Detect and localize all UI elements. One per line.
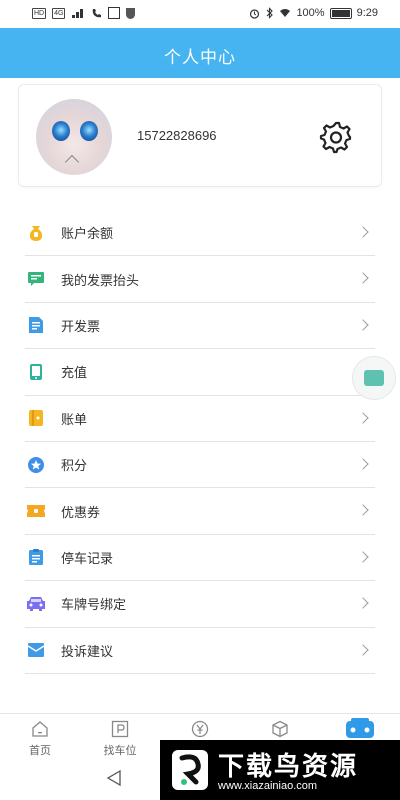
mail-icon xyxy=(26,640,46,660)
box-icon xyxy=(272,720,288,738)
chevron-right-icon xyxy=(357,551,369,563)
parking-icon xyxy=(111,720,129,738)
avatar-eye-right xyxy=(80,121,98,141)
menu-item-balance[interactable]: 账户余额 xyxy=(25,210,375,257)
menu-item-plate-binding[interactable]: 车牌号绑定 xyxy=(25,581,375,628)
menu-item-coupons[interactable]: 优惠券 xyxy=(25,488,375,535)
chevron-right-icon xyxy=(357,643,369,656)
document-icon xyxy=(26,315,46,335)
menu-label: 账单 xyxy=(61,411,88,427)
menu-item-recharge[interactable]: 充值 xyxy=(25,349,375,396)
signal-icon xyxy=(72,8,84,18)
menu-label: 停车记录 xyxy=(61,550,114,566)
tab-label: 首页 xyxy=(29,745,51,757)
menu-item-issue-invoice[interactable]: 开发票 xyxy=(25,303,375,350)
watermark-title: 下载鸟资源 xyxy=(218,751,359,781)
avatar[interactable] xyxy=(36,99,112,175)
watermark-url: www.xiazainiao.com xyxy=(218,780,318,792)
app-notification-icon xyxy=(108,7,121,19)
menu-label: 积分 xyxy=(61,458,88,474)
network-badge: 4G xyxy=(52,7,66,19)
hd-badge: HD xyxy=(32,7,47,19)
tab-home[interactable]: 首页 xyxy=(10,714,70,760)
bill-icon xyxy=(26,408,46,428)
bluetooth-icon xyxy=(267,7,274,19)
floating-widget-button[interactable] xyxy=(352,356,396,400)
floating-widget-icon xyxy=(364,370,384,386)
avatar-chevron xyxy=(64,154,80,170)
alarm-icon xyxy=(250,8,260,19)
back-triangle-icon[interactable] xyxy=(106,769,122,787)
menu-label: 投诉建议 xyxy=(61,643,114,659)
wifi-icon xyxy=(280,9,291,17)
menu-item-invoice-header[interactable]: 我的发票抬头 xyxy=(25,256,375,303)
user-phone: 15722828696 xyxy=(137,128,217,143)
menu-item-points[interactable]: 积分 xyxy=(25,442,375,489)
menu-label: 我的发票抬头 xyxy=(61,272,140,288)
app-header: 个人中心 xyxy=(0,28,400,78)
chevron-right-icon xyxy=(357,226,369,238)
home-icon xyxy=(32,721,48,737)
star-icon xyxy=(26,455,46,475)
clipboard-icon xyxy=(26,547,46,567)
chevron-right-icon xyxy=(357,319,369,331)
status-bar: HD 4G 100% 9:29 xyxy=(0,0,400,28)
page-title: 个人中心 xyxy=(164,48,236,67)
menu-item-complaints[interactable]: 投诉建议 xyxy=(25,628,375,674)
menu-item-parking-records[interactable]: 停车记录 xyxy=(25,535,375,582)
clock: 9:29 xyxy=(356,7,378,19)
chevron-right-icon xyxy=(357,411,369,424)
yen-icon xyxy=(191,720,209,738)
menu-label: 充值 xyxy=(61,365,88,381)
chevron-right-icon xyxy=(357,504,369,517)
watermark-logo xyxy=(172,750,208,790)
profile-card: 15722828696 xyxy=(18,84,382,187)
call-icon xyxy=(93,8,102,17)
ticket-icon xyxy=(26,501,46,521)
battery-icon xyxy=(329,7,352,19)
menu-label: 账户余额 xyxy=(61,226,114,242)
menu-item-bill[interactable]: 账单 xyxy=(25,396,375,442)
gear-icon[interactable] xyxy=(319,120,353,154)
car-icon xyxy=(26,594,46,614)
chevron-right-icon xyxy=(357,272,369,285)
shield-icon xyxy=(126,7,136,19)
phone-icon xyxy=(26,362,46,382)
menu-list: 账户余额 我的发票抬头 开发票 充值 账单 积分 优惠券 停车记录 车牌号绑定 … xyxy=(25,210,375,674)
chevron-right-icon xyxy=(357,458,369,470)
tab-find-parking[interactable]: 找车位 xyxy=(90,714,150,760)
chevron-right-icon xyxy=(357,597,369,609)
menu-label: 优惠券 xyxy=(61,504,101,520)
menu-label: 车牌号绑定 xyxy=(61,597,127,613)
invoice-header-icon xyxy=(26,269,46,289)
wallet-icon xyxy=(26,223,46,243)
menu-label: 开发票 xyxy=(61,318,101,334)
watermark-banner: 下载鸟资源 www.xiazainiao.com xyxy=(160,740,400,800)
avatar-eye-left xyxy=(52,121,70,141)
tab-label: 找车位 xyxy=(103,745,137,757)
car-front-icon xyxy=(346,718,374,738)
battery-percent: 100% xyxy=(296,7,325,19)
